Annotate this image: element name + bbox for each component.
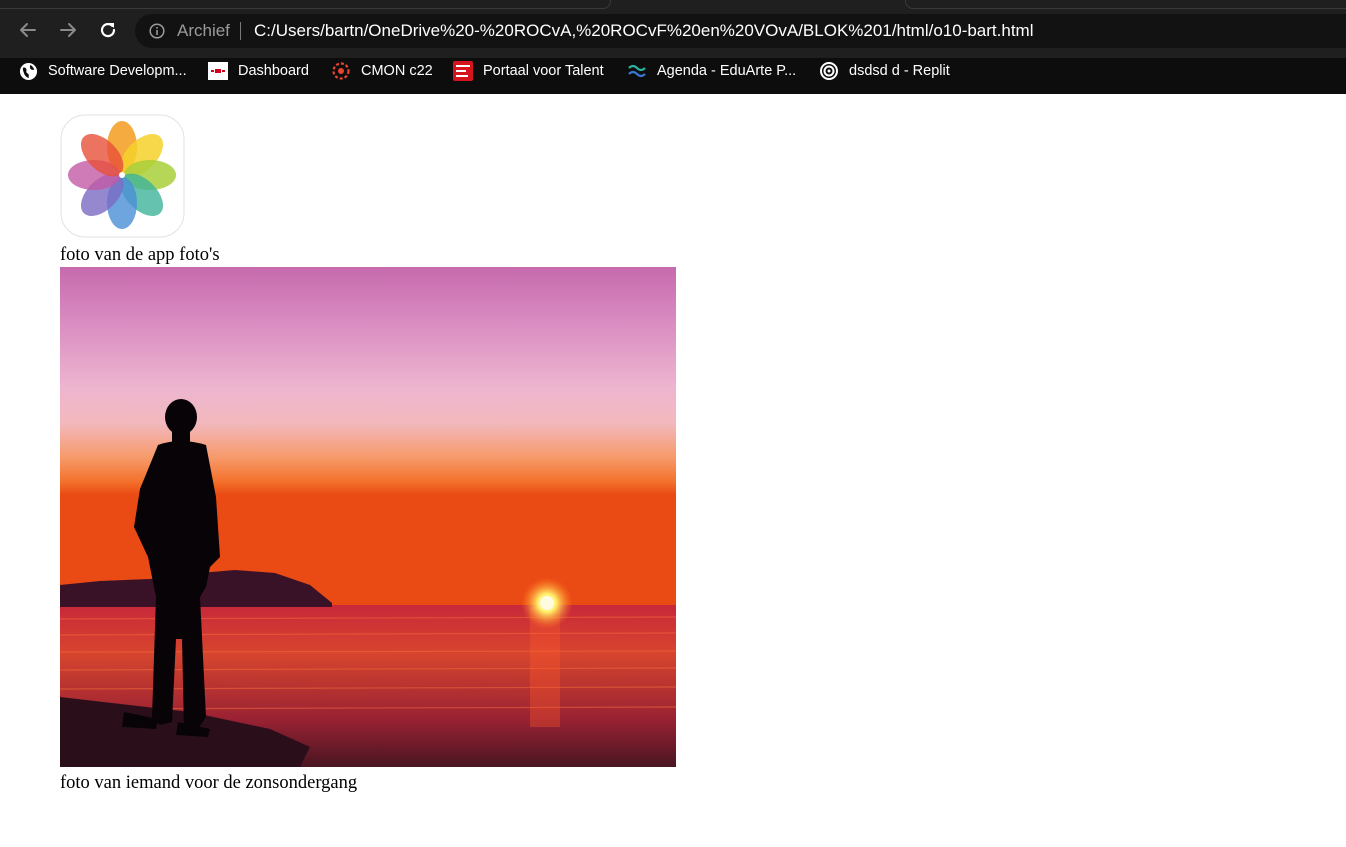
sunset-photo-caption: foto van iemand voor de zonsondergang: [60, 773, 358, 793]
address-url[interactable]: C:/Users/bartn/OneDrive%20-%20ROCvA,%20R…: [254, 21, 1034, 41]
bookmark-agenda-eduarte[interactable]: Agenda - EduArte P...: [627, 58, 796, 84]
tab-strip-edge: [0, 0, 611, 9]
bookmark-cmon[interactable]: CMON c22: [331, 58, 433, 84]
bookmark-dashboard[interactable]: Dashboard: [208, 58, 309, 84]
replit-icon: [819, 61, 839, 81]
cmon-icon: [331, 61, 351, 81]
bookmark-label: Software Developm...: [48, 63, 187, 79]
bookmark-label: Agenda - EduArte P...: [657, 63, 797, 79]
back-button[interactable]: [16, 18, 40, 42]
eduarte-icon: [627, 61, 647, 81]
portaal-icon: [453, 61, 473, 81]
info-icon[interactable]: [149, 23, 165, 39]
bookmark-portaal[interactable]: Portaal voor Talent: [453, 58, 604, 84]
photos-app-icon: [60, 114, 185, 238]
back-arrow-icon: [20, 23, 36, 37]
browser-toolbar: Archief C:/Users/bartn/OneDrive%20-%20RO…: [0, 0, 1346, 58]
photos-app-caption: foto van de app foto's: [60, 245, 220, 265]
dashboard-icon: [208, 61, 228, 81]
bookmark-label: Dashboard: [238, 63, 309, 79]
bookmark-label: Portaal voor Talent: [483, 63, 604, 79]
globe-icon: [18, 61, 38, 81]
forward-arrow-icon: [60, 23, 76, 37]
address-label: Archief: [177, 21, 230, 40]
tab-strip-edge: [905, 0, 1346, 9]
bookmarks-bar: Software Developm... Dashboard CMON c22: [0, 58, 1346, 94]
bookmark-label: CMON c22: [361, 63, 433, 79]
bookmark-label: dsdsd d - Replit: [849, 63, 950, 79]
sunset-photo: [60, 267, 676, 767]
address-separator: [240, 22, 241, 40]
reload-button[interactable]: [96, 18, 120, 42]
bookmark-replit[interactable]: dsdsd d - Replit: [819, 58, 950, 84]
bookmark-software-development[interactable]: Software Developm...: [18, 58, 187, 84]
reload-icon: [100, 23, 116, 38]
address-bar[interactable]: Archief C:/Users/bartn/OneDrive%20-%20RO…: [135, 14, 1346, 48]
page-content: foto van de app foto's foto van iemand v…: [0, 94, 1346, 847]
forward-button[interactable]: [56, 18, 80, 42]
